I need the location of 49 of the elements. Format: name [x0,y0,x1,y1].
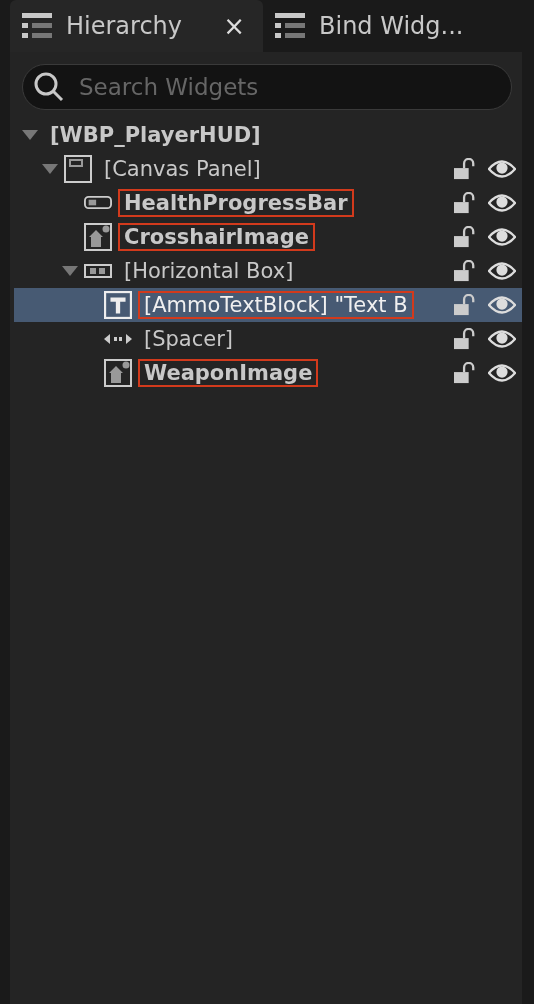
expand-arrow-icon[interactable] [22,130,38,140]
tree-row[interactable]: [WBP_PlayerHUD] [14,118,522,152]
close-icon[interactable]: × [223,11,245,41]
widget-name: CrosshairImage [118,223,315,251]
canvas-icon [64,155,92,183]
search-icon [34,72,64,102]
unlocked-icon[interactable] [454,328,476,350]
eye-icon[interactable] [488,295,516,315]
unlocked-icon[interactable] [454,294,476,316]
widget-name: [Canvas Panel] [103,156,262,183]
tree-row[interactable]: [Horizontal Box] [14,254,522,288]
eye-icon[interactable] [488,363,516,383]
eye-icon[interactable] [488,227,516,247]
tab-label: Bind Widg... [319,12,464,40]
unlocked-icon[interactable] [454,226,476,248]
spacer-icon [104,333,132,345]
tree-row[interactable]: [AmmoTextBlock] "Text B [14,288,522,322]
tree-row[interactable]: CrosshairImage [14,220,522,254]
image-icon [104,359,132,387]
eye-icon[interactable] [488,159,516,179]
eye-icon[interactable] [488,193,516,213]
widget-name: [WBP_PlayerHUD] [49,122,262,149]
tree-row[interactable]: [Spacer] [14,322,522,356]
search-field[interactable]: Search Widgets [22,64,512,110]
expand-arrow-icon[interactable] [62,266,78,276]
widget-name: HealthProgressBar [118,189,354,217]
panel-tab[interactable]: Hierarchy × [10,0,263,52]
progress-bar-icon [84,196,112,210]
panel-tab[interactable]: Bind Widg... [263,0,503,52]
unlocked-icon[interactable] [454,192,476,214]
unlocked-icon[interactable] [454,260,476,282]
text-icon [104,291,132,319]
widget-name: WeaponImage [138,359,319,387]
unlocked-icon[interactable] [454,158,476,180]
horizontal-box-icon [84,264,112,278]
tree-row[interactable]: WeaponImage [14,356,522,390]
unlocked-icon[interactable] [454,362,476,384]
eye-icon[interactable] [488,329,516,349]
widget-name: [Spacer] [143,326,234,353]
tab-label: Hierarchy [66,12,182,40]
widget-name: [AmmoTextBlock] "Text B [138,291,414,319]
image-icon [84,223,112,251]
expand-arrow-icon[interactable] [42,164,58,174]
eye-icon[interactable] [488,261,516,281]
tree-row[interactable]: [Canvas Panel] [14,152,522,186]
widget-name: [Horizontal Box] [123,258,295,285]
list-icon [22,13,52,39]
list-icon [275,13,305,39]
tree-row[interactable]: HealthProgressBar [14,186,522,220]
